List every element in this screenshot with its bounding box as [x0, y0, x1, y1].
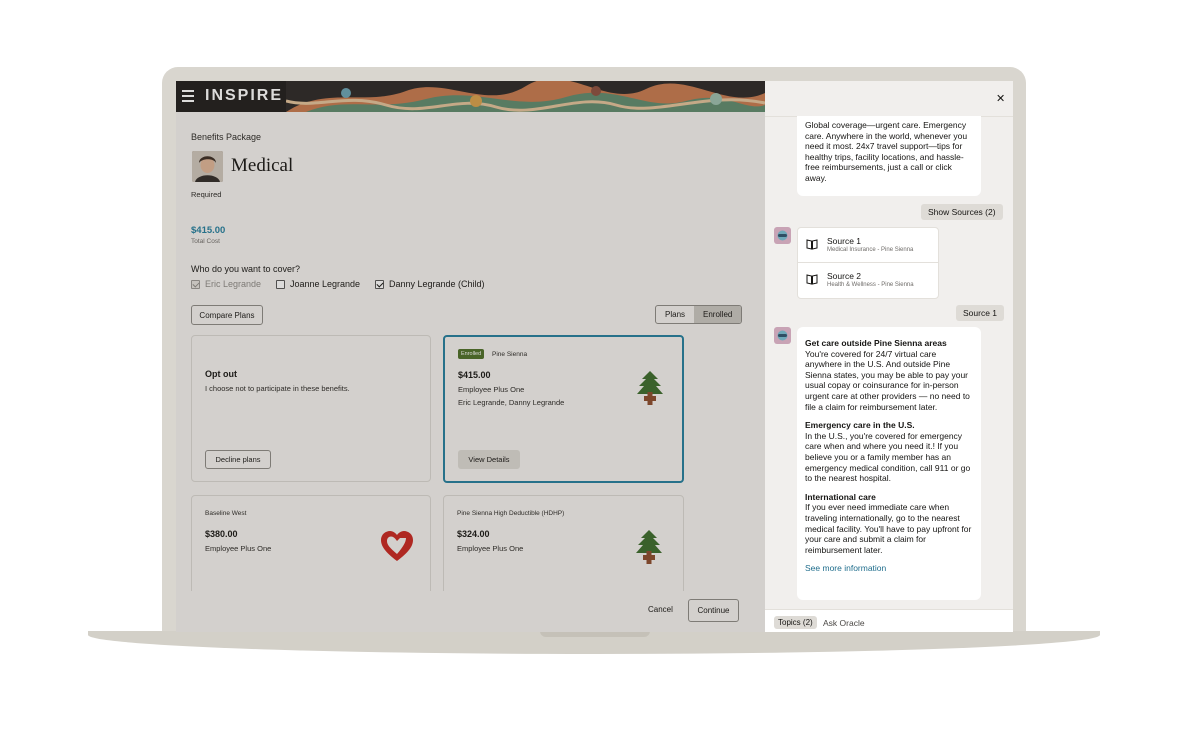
- plan-price: $415.00: [458, 370, 491, 380]
- optout-card[interactable]: Opt out I choose not to participate in t…: [191, 335, 431, 482]
- decline-plans-button[interactable]: Decline plans: [205, 450, 271, 469]
- hdhp-plan-card[interactable]: Pine Sienna High Deductible (HDHP) $324.…: [443, 495, 684, 595]
- top-bar: INSPIRE: [176, 81, 765, 112]
- answer-section: International care If you ever need immed…: [805, 491, 972, 555]
- show-sources-button[interactable]: Show Sources (2): [921, 204, 1003, 220]
- heart-icon: [381, 531, 413, 561]
- plan-provider: Pine Sienna High Deductible (HDHP): [457, 510, 565, 517]
- plan-price: $380.00: [205, 529, 238, 539]
- source-item-1[interactable]: Source 1 Medical Insurance - Pine Sienna: [798, 228, 938, 263]
- intro-message: Global coverage—urgent care. Emergency c…: [797, 116, 981, 196]
- plan-tier: Employee Plus One: [205, 544, 272, 553]
- assistant-avatar-icon: [774, 327, 791, 344]
- required-label: Required: [191, 190, 222, 199]
- checkbox-icon: [191, 279, 200, 289]
- assistant-avatar-icon: [774, 227, 791, 244]
- book-icon: [806, 239, 818, 250]
- brand-logo: INSPIRE: [205, 87, 284, 104]
- cover-question: Who do you want to cover?: [191, 264, 301, 274]
- plan-members: Eric Legrande, Danny Legrande: [458, 398, 565, 407]
- benefits-app: INSPIRE Benefits Package Medical Require…: [176, 81, 765, 632]
- page-title: Medical: [231, 155, 294, 176]
- enrolled-badge: Enrolled: [458, 349, 485, 359]
- answer-section: Get care outside Pine Sienna areas You're…: [805, 338, 970, 412]
- pine-tree-icon: [636, 530, 662, 564]
- total-cost-label: Total Cost: [191, 238, 220, 245]
- avatar: [192, 151, 223, 182]
- ask-input[interactable]: Ask Oracle: [823, 618, 865, 628]
- sources-list: Source 1 Medical Insurance - Pine Sienna…: [797, 227, 939, 299]
- view-toggle: Plans Enrolled: [655, 305, 743, 324]
- screen: INSPIRE Benefits Package Medical Require…: [176, 81, 1013, 632]
- checkbox-joanne[interactable]: Joanne Legrande: [276, 279, 360, 289]
- checkbox-danny[interactable]: Danny Legrande (Child): [375, 279, 485, 289]
- tab-enrolled[interactable]: Enrolled: [694, 306, 742, 323]
- compare-plans-button[interactable]: Compare Plans: [191, 305, 263, 325]
- plan-provider: Baseline West: [205, 510, 247, 517]
- plan-provider: Pine Sienna: [492, 351, 528, 358]
- plan-tier: Employee Plus One: [458, 385, 525, 394]
- checkbox-eric: Eric Legrande: [191, 279, 261, 289]
- optout-title: Opt out: [205, 369, 237, 379]
- topics-button[interactable]: Topics (2): [774, 616, 817, 629]
- continue-button[interactable]: Continue: [688, 599, 739, 622]
- enrolled-plan-card[interactable]: Enrolled Pine Sienna $415.00 Employee Pl…: [443, 335, 684, 483]
- baseline-plan-card[interactable]: Baseline West $380.00 Employee Plus One: [191, 495, 431, 595]
- checkbox-icon[interactable]: [276, 279, 285, 289]
- total-cost-value: $415.00: [191, 225, 226, 236]
- close-icon[interactable]: ✕: [996, 94, 1006, 105]
- pine-tree-icon: [637, 371, 663, 405]
- answer-section: Emergency care in the U.S. In the U.S., y…: [805, 420, 971, 484]
- plan-price: $324.00: [457, 529, 490, 539]
- panel-header: ✕: [765, 81, 1013, 117]
- see-more-link[interactable]: See more information: [805, 563, 973, 574]
- cancel-button[interactable]: Cancel: [648, 605, 673, 614]
- assistant-panel: ✕ Global coverage—urgent care. Emergency…: [765, 81, 1013, 632]
- view-details-button[interactable]: View Details: [458, 450, 520, 469]
- plan-tier: Employee Plus One: [457, 544, 524, 553]
- answer-message: Get care outside Pine Sienna areas You're…: [797, 327, 981, 600]
- user-message-source1: Source 1: [956, 305, 1005, 321]
- source-item-2[interactable]: Source 2 Health & Wellness - Pine Sienna: [798, 263, 938, 298]
- book-icon: [806, 274, 818, 285]
- checkbox-icon[interactable]: [375, 279, 384, 289]
- menu-icon[interactable]: [182, 90, 194, 102]
- footer-bar: Cancel Continue: [176, 591, 765, 632]
- breadcrumb[interactable]: Benefits Package: [191, 132, 261, 142]
- panel-footer: Topics (2) Ask Oracle: [765, 609, 1013, 632]
- optout-description: I choose not to participate in these ben…: [205, 384, 350, 393]
- header-pattern-icon: [286, 81, 765, 112]
- tab-plans[interactable]: Plans: [656, 306, 694, 323]
